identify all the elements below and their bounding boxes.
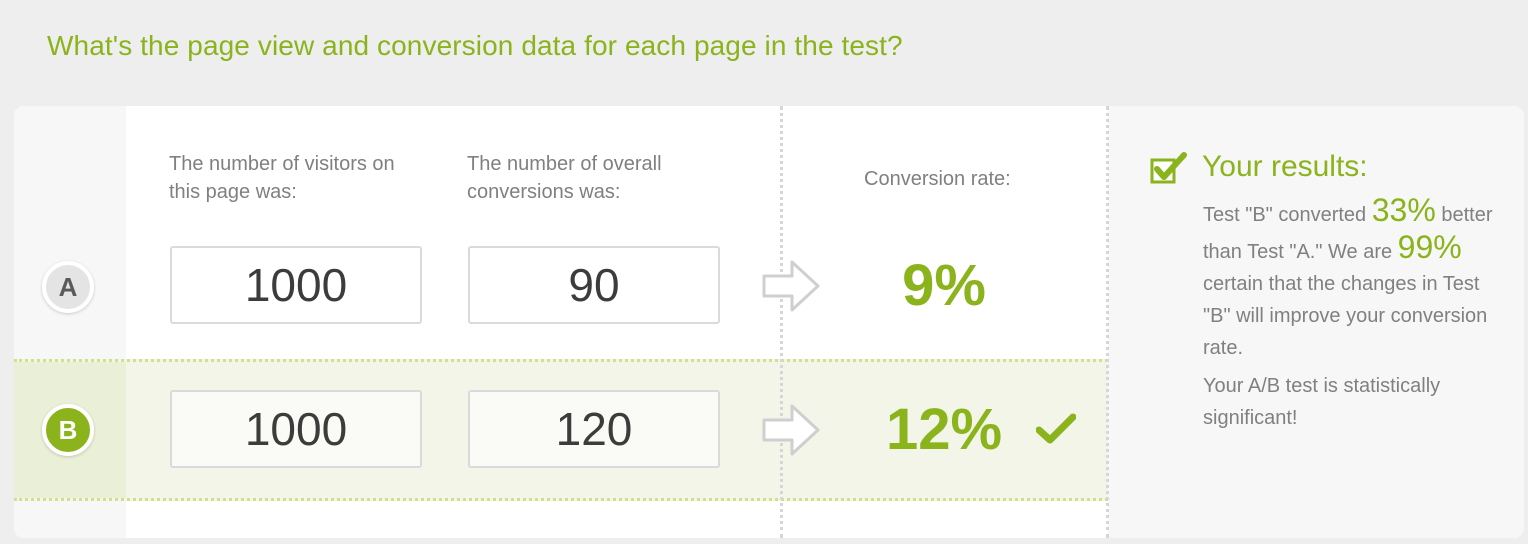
right-arrow-icon xyxy=(762,404,820,456)
row-b-conversion-rate: 12% xyxy=(885,397,1003,462)
right-arrow-icon xyxy=(762,260,820,312)
row-b-badge: B xyxy=(42,404,94,456)
row-a-conversions-input[interactable]: 90 xyxy=(468,246,720,324)
confidence-value: 99% xyxy=(1397,229,1462,265)
checkmark-icon xyxy=(1036,413,1076,444)
question-heading: What's the page view and conversion data… xyxy=(47,30,903,61)
row-b-visitors-input[interactable]: 1000 xyxy=(170,390,422,468)
rate-column-header: Conversion rate: xyxy=(864,168,1011,190)
calculator-panel: The number of visitors on this page was:… xyxy=(14,106,1524,538)
checkbox-checked-icon xyxy=(1150,152,1187,184)
row-a-badge: A xyxy=(42,261,94,313)
visitors-column-header: The number of visitors on this page was: xyxy=(169,153,395,203)
divider-rate xyxy=(780,106,783,538)
row-a-visitors-input[interactable]: 1000 xyxy=(170,246,422,324)
significance-text: Your A/B test is statistically significa… xyxy=(1203,375,1441,429)
results-summary: Test "B" converted 33% better than Test … xyxy=(1203,194,1493,434)
improvement-value: 33% xyxy=(1371,192,1436,228)
row-b-conversions-input[interactable]: 120 xyxy=(468,390,720,468)
row-a-conversion-rate: 9% xyxy=(902,253,986,318)
results-title: Your results: xyxy=(1202,150,1368,183)
conversions-column-header: The number of overall conversions was: xyxy=(467,153,662,203)
divider-results xyxy=(1106,106,1109,538)
